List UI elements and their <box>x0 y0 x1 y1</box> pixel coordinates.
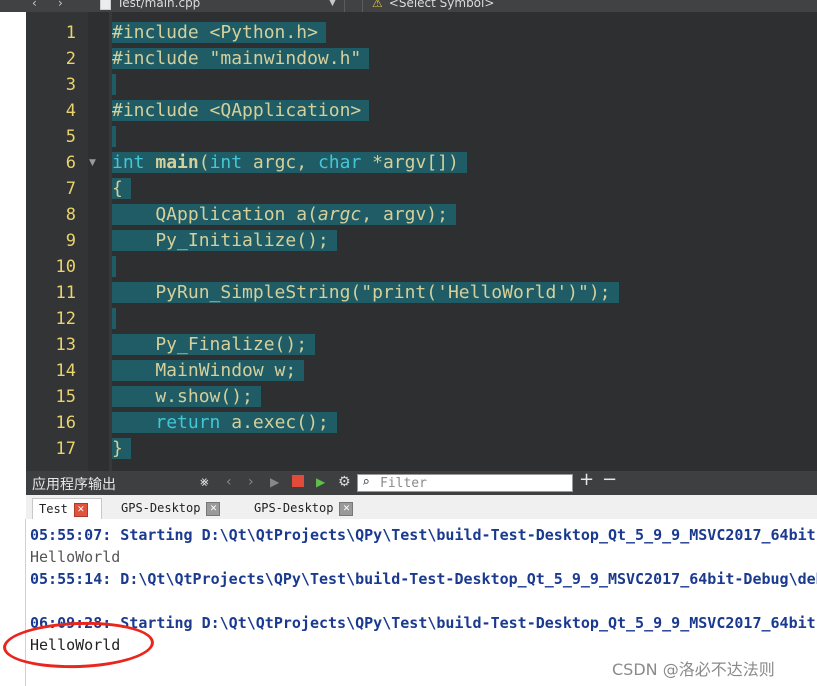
code-editor[interactable]: 1 2 3 4 5 6 7 8 9 10 11 12 13 14 15 16 1… <box>0 12 817 471</box>
tab-test[interactable]: Test ✕ <box>32 498 102 519</box>
run-icon[interactable]: ▶ <box>270 473 279 491</box>
code-line <box>112 254 116 280</box>
line-number: 6 <box>65 153 76 173</box>
line-number: 15 <box>55 387 76 407</box>
left-strip <box>0 12 26 471</box>
warning-icon: ⚠ <box>372 0 383 10</box>
file-path: Test/main.cpp <box>117 0 201 10</box>
file-selector[interactable]: Test/main.cpp <box>100 0 200 11</box>
tab-gps-desktop[interactable]: GPS-Desktop ✕ <box>115 498 241 519</box>
toolbar-separator <box>344 0 345 12</box>
code-line: } <box>112 436 131 462</box>
output-line: 05:55:14: D:\Qt\QtProjects\QPy\Test\buil… <box>30 570 817 588</box>
code-line: PyRun_SimpleString("print('HelloWorld')"… <box>112 280 619 306</box>
symbol-selector-label: <Select Symbol> <box>388 0 495 10</box>
code-line: #include "mainwindow.h" <box>112 46 370 72</box>
tab-gps-desktop[interactable]: GPS-Desktop ✕ <box>248 498 374 519</box>
fold-marker-icon[interactable]: ▼ <box>89 150 96 176</box>
close-tab-icon[interactable]: ✕ <box>339 501 354 516</box>
output-pane-toolbar: 应用程序输出 ⨳ ‹ › ▶ ▶ ⚙ ⌕ Filter + − <box>26 471 817 495</box>
forward-arrow-icon[interactable]: › <box>58 0 63 11</box>
add-icon[interactable]: + <box>579 471 594 489</box>
line-number: 13 <box>55 335 76 355</box>
line-number: 9 <box>65 231 76 251</box>
line-number: 7 <box>65 179 76 199</box>
code-line: { <box>112 176 131 202</box>
search-icon: ⌕ <box>362 475 370 490</box>
line-number: 2 <box>65 49 76 69</box>
symbol-selector[interactable]: ⚠ <Select Symbol> <box>372 0 494 11</box>
attach-debugger-icon[interactable]: ⨳ <box>200 473 209 491</box>
next-item-icon[interactable]: › <box>248 473 254 491</box>
debug-run-icon[interactable]: ▶ <box>316 473 325 491</box>
code-line: int main(int argc, char *argv[]) <box>112 150 467 176</box>
line-number: 11 <box>55 283 76 303</box>
stop-icon[interactable] <box>292 475 304 487</box>
file-dropdown-icon[interactable]: ▼ <box>329 0 336 11</box>
close-tab-icon[interactable]: ✕ <box>73 502 88 517</box>
line-number: 10 <box>55 257 76 277</box>
code-line <box>112 124 116 150</box>
code-line <box>112 72 116 98</box>
code-line: w.show(); <box>112 384 261 410</box>
code-line: MainWindow w; <box>112 358 305 384</box>
tab-label: GPS-Desktop <box>254 501 334 515</box>
editor-toolbar: ‹ › Test/main.cpp ▼ ⚠ <Select Symbol> <box>0 0 817 12</box>
code-line: QApplication a(argc, argv); <box>112 202 456 228</box>
minus-icon[interactable]: − <box>602 471 617 489</box>
code-line: Py_Finalize(); <box>112 332 316 358</box>
line-number: 17 <box>55 439 76 459</box>
file-icon <box>100 0 111 10</box>
filter-input[interactable]: ⌕ Filter <box>357 474 573 492</box>
line-number: 3 <box>65 75 76 95</box>
code-line: Py_Initialize(); <box>112 228 337 254</box>
toolbar-separator <box>362 0 363 12</box>
tab-label: Test <box>39 502 68 516</box>
filter-placeholder: Filter <box>380 476 427 491</box>
code-line: return a.exec(); <box>112 410 337 436</box>
back-arrow-icon[interactable]: ‹ <box>32 0 37 11</box>
line-number: 1 <box>65 23 76 43</box>
line-number: 4 <box>65 101 76 121</box>
watermark: CSDN @洛必不达法则 <box>612 660 775 679</box>
line-number: 14 <box>55 361 76 381</box>
code-line: #include <QApplication> <box>112 98 370 124</box>
tab-label: GPS-Desktop <box>121 501 201 515</box>
line-number: 5 <box>65 127 76 147</box>
code-line: #include <Python.h> <box>112 20 326 46</box>
output-tabs: Test ✕ GPS-Desktop ✕ GPS-Desktop ✕ <box>26 495 817 520</box>
close-tab-icon[interactable]: ✕ <box>206 501 221 516</box>
line-number: 16 <box>55 413 76 433</box>
output-line: HelloWorld <box>30 548 121 566</box>
line-number: 12 <box>55 309 76 329</box>
gear-icon[interactable]: ⚙ <box>338 473 351 491</box>
code-line <box>112 306 116 332</box>
previous-item-icon[interactable]: ‹ <box>226 473 232 491</box>
output-line: 05:55:07: Starting D:\Qt\QtProjects\QPy\… <box>30 526 817 544</box>
output-pane-title: 应用程序输出 <box>32 477 116 493</box>
output-line: 06:09:28: Starting D:\Qt\QtProjects\QPy\… <box>30 614 817 632</box>
line-number: 8 <box>65 205 76 225</box>
